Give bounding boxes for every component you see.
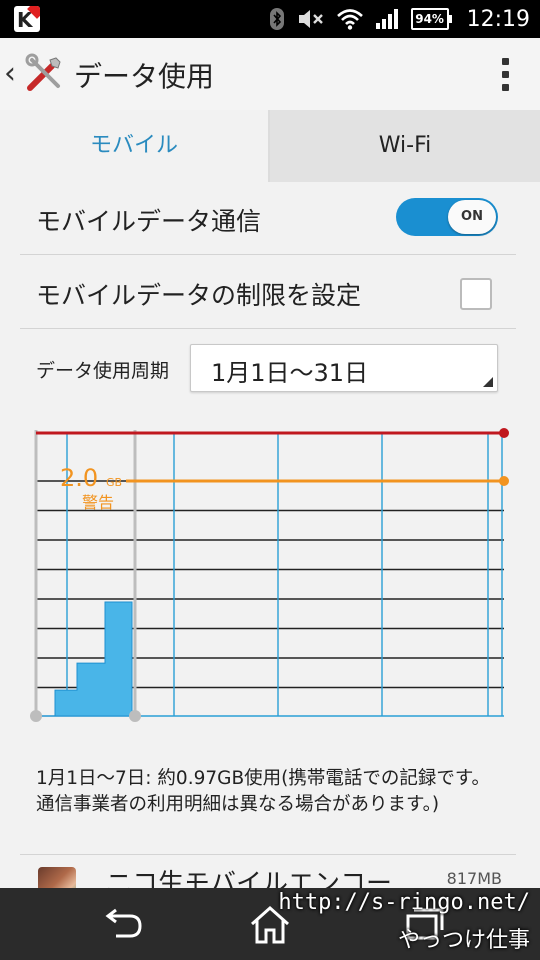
data-limit-label: モバイルデータの制限を設定 [36,281,362,310]
overflow-menu-icon[interactable] [502,58,510,92]
tab-wifi[interactable]: Wi-Fi [270,110,540,182]
data-limit-checkbox[interactable] [460,278,492,310]
action-bar: ‹ データ使用 [0,38,540,111]
mobile-data-row[interactable]: モバイルデータ通信 ON [20,182,516,255]
limit-handle[interactable] [499,428,509,438]
usage-cycle-label: データ使用周期 [36,360,170,382]
tab-mobile[interactable]: モバイル [0,110,268,182]
cell-signal-icon [375,9,398,29]
warning-handle[interactable] [499,476,509,486]
cycle-start-handle[interactable] [30,710,42,722]
battery-indicator: 94% [410,8,452,30]
watermark-caption: やっつけ仕事 [397,928,530,953]
app-data-size: 817MB [446,869,502,888]
warning-label: 警告 [82,493,114,512]
usage-cycle-dropdown[interactable]: 1月1日〜31日 [190,344,498,392]
data-limit-row[interactable]: モバイルデータの制限を設定 [20,256,516,329]
usage-chart: 2.0 GB 警告 [30,428,509,722]
antivirus-app-icon: K [14,6,40,32]
mute-icon [298,10,323,28]
status-bar: K 94% 12:19 [0,0,540,38]
dropdown-corner-icon [483,377,493,387]
warning-value: 2.0 [60,464,98,492]
usage-area-fill [36,601,133,717]
settings-tools-icon[interactable] [22,52,66,96]
toggle-knob: ON [448,200,496,234]
data-usage-panel: モバイルデータ通信 ON モバイルデータの制限を設定 データ使用周期 1月1日〜… [20,182,516,895]
warning-unit: GB [106,476,122,489]
mobile-data-toggle[interactable]: ON [396,198,498,236]
bluetooth-icon [269,8,284,30]
navigation-bar: http://s-ringo.net/ やっつけ仕事 [0,888,540,960]
mobile-data-label: モバイルデータ通信 [36,207,262,236]
back-icon[interactable] [92,902,152,946]
status-clock: 12:19 [466,6,530,32]
usage-cycle-value: 1月1日〜31日 [211,359,369,387]
tab-bar: モバイル Wi-Fi [0,110,540,182]
watermark-url: http://s-ringo.net/ [278,890,530,915]
wifi-signal-icon [336,9,363,30]
page-title: データ使用 [74,60,215,93]
up-navigation-chevron-icon[interactable]: ‹ [4,56,16,91]
usage-summary-text: 1月1日〜7日: 約0.97GB使用(携帯電話での記録です。通信事業者の利用明細… [36,768,491,815]
cycle-end-handle[interactable] [129,710,141,722]
